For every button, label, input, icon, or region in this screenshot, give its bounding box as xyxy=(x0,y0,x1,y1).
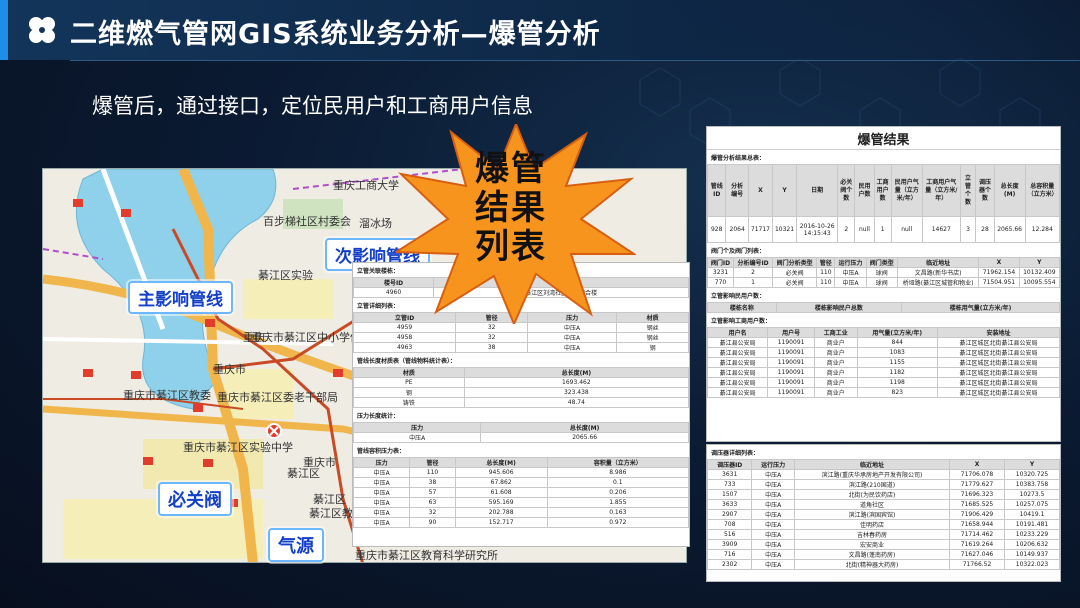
regulator-table: 调压器ID 运行压力 临近地址 X Y 3631 中压A 滨江路(重庆华承房地产开发有限公司… xyxy=(707,459,1060,570)
callout-main-pipeline: 主影响管线 xyxy=(128,281,233,314)
starburst-line: 列表 xyxy=(475,227,547,267)
table-row: 3631 中压A 滨江路(重庆华承房地产开发有限公司) 71706.078 10320.… xyxy=(707,469,1060,480)
table-row: 中压A 57 61.608 0.206 xyxy=(353,487,689,498)
map-label: 重庆工商大学 xyxy=(333,179,399,192)
starburst-line: 结果 xyxy=(475,188,547,228)
map-label: 重庆市綦江区实验中学 xyxy=(183,441,293,454)
table-row: 4959 32 中压A 钢丝 xyxy=(353,322,689,333)
volume-pressure-table: 压力 管径 总长度(M) 容积量（立方米） 中压A 110 945.606 8.986 中压… xyxy=(353,457,689,528)
starburst-line: 爆管 xyxy=(475,149,547,189)
valve-table: 阀门ID 分析编号ID 阀门分析类型 管径 运行压力 阀门类型 临近地址 X Y 3231 2 必关… xyxy=(707,257,1060,288)
burst-result-table: 爆管结果 爆管分析结果总表： 管线ID 分析编号 X Y 日期 必关阀个数 民用户数 工商用户… xyxy=(706,126,1061,442)
section-label: 立管影响民用户数： xyxy=(711,293,766,300)
summary-table: 管线ID 分析编号 X Y 日期 必关阀个数 民用户数 工商用户数 民用户气量（立方米/年） 工商… xyxy=(707,164,1060,243)
table-row: 2302 中压A 北街(精神器大药房) 71766.52 10322.023 xyxy=(707,559,1060,570)
map-label: 綦江区实验 xyxy=(258,269,313,282)
map-label: 重庆 xyxy=(243,331,265,344)
table-row: 2907 中压A 滨江路(滨国宾馆) 71906.429 10419.1 xyxy=(707,509,1060,520)
section-label: 调压器详细列表： xyxy=(711,450,760,457)
map-label: 綦江区 xyxy=(287,467,320,480)
table-row: 716 中压A 文昌路(蓬南药房) 71627.046 10149.937 xyxy=(707,549,1060,560)
table-row: 綦江县公安局 1190091 商业户 823 綦江区城区北街綦江县公安局 xyxy=(707,387,1060,398)
table-row: 733 中压A 滨江路(210国道) 71779.627 10383.758 xyxy=(707,479,1060,490)
map-label: 重庆市綦江区教委 xyxy=(123,389,211,402)
map-label: 百步梯社区村委会 xyxy=(263,215,351,228)
table-row: 中压A 90 152.717 0.972 xyxy=(353,517,689,528)
burst-result-title: 爆管结果 xyxy=(707,127,1060,150)
table-row: 綦江县公安局 1190091 商业户 1198 綦江区城区北街綦江县公安局 xyxy=(707,377,1060,388)
table-row: 3633 中压A 道角社区 71685.525 10257.075 xyxy=(707,499,1060,510)
table-row: 綦江县公安局 1190091 商业户 1155 綦江区城区北街綦江县公安局 xyxy=(707,357,1060,368)
table-row: 3909 中压A 宏安商业 71619.264 10206.632 xyxy=(707,539,1060,550)
table-row: 綦江县公安局 1190091 商业户 1182 綦江区城区北街綦江县公安局 xyxy=(707,367,1060,378)
callout-gas-source: 气源 xyxy=(268,528,324,562)
regulator-table-panel: 调压器详细列表： 调压器ID 运行压力 临近地址 X Y 3631 中压A 滨江路(重庆华承… xyxy=(706,444,1061,582)
page-subtitle: 爆管后，通过接口，定位民用户和工商用户信息 xyxy=(92,94,533,118)
table-row: 綦江县公安局 1190091 商业户 844 綦江区城区北街綦江县公安局 xyxy=(707,337,1060,348)
page-title: 二维燃气管网GIS系统业务分析—爆管分析 xyxy=(70,19,601,50)
table-row: 928 2064 71717 10321 2016-10-26 14:15:43 2 nul… xyxy=(707,216,1060,243)
flower-logo-icon xyxy=(29,17,55,43)
table-row: 铸铁 48.74 xyxy=(353,397,689,408)
callout-must-close-valve: 必关阀 xyxy=(158,482,232,516)
map-label: 溜冰场 xyxy=(359,217,392,230)
table-row: 中压A 2065.66 xyxy=(353,432,689,443)
residential-table: 楼栋名称 楼栋影响民户总数 楼栋用气量(立方米/年) xyxy=(707,302,1060,313)
section-label: 立管影响工商用户数： xyxy=(711,318,772,325)
table-row: 中压A 32 202.788 0.163 xyxy=(353,507,689,518)
section-label: 管线长度材质表（管线物料统计表）： xyxy=(357,358,457,365)
material-table: 材质 总长度(M) PE 1693.462 钢 323.438 铸铁 48.74 xyxy=(353,367,689,408)
section-label: 管线容积压力表： xyxy=(357,448,406,455)
commercial-table: 用户名 用户号 工商工业 用气量(立方米/年) 安装地址 綦江县公安局 1190091 商业… xyxy=(707,327,1060,398)
title-accent xyxy=(0,0,8,60)
table-row: PE 1693.462 xyxy=(353,377,689,388)
table-row: 1507 中压A 北街(为民饮药店) 71696.323 10273.5 xyxy=(707,489,1060,500)
section-label: 阀门个及阀门列表： xyxy=(711,248,766,255)
table-row: 綦江县公安局 1190091 商业户 1083 綦江区城区北街綦江县公安局 xyxy=(707,347,1060,358)
table-row: 516 中压A 吉林春药房 71714.462 10233.229 xyxy=(707,529,1060,540)
table-row: 4963 38 中压A 钢 xyxy=(353,342,689,353)
title-divider xyxy=(70,60,1080,61)
table-row: 中压A 63 595.169 1.855 xyxy=(353,497,689,508)
table-row: 3231 2 必关阀 110 中压A 球阀 文昌路(新华书店) 71962.154 10132.… xyxy=(707,267,1060,278)
map-label: 重庆市 xyxy=(213,363,246,376)
table-row: 770 1 必关阀 110 中压A 球阀 桥垭路(綦江区城管和物业) 71504.951 100… xyxy=(707,277,1060,288)
table-row: 钢 323.438 xyxy=(353,387,689,398)
table-row: 708 中压A 佳明药店 71658.944 10191.481 xyxy=(707,519,1060,530)
starburst-text: 爆管 结果 列表 xyxy=(456,150,566,267)
pressure-length-table: 压力 总长度(M) 中压A 2065.66 xyxy=(353,422,689,443)
map-label: 重庆市綦江区委老干部局 xyxy=(217,391,338,404)
section-label: 爆管分析结果总表： xyxy=(711,155,766,162)
section-label: 压力长度统计： xyxy=(357,413,400,420)
map-label: 重庆市綦江区教育科学研究所 xyxy=(355,549,498,562)
table-row: 中压A 110 945.606 8.986 xyxy=(353,467,689,478)
table-row: 4958 32 中压A 钢丝 xyxy=(353,332,689,343)
table-row: 中压A 38 67.862 0.1 xyxy=(353,477,689,488)
